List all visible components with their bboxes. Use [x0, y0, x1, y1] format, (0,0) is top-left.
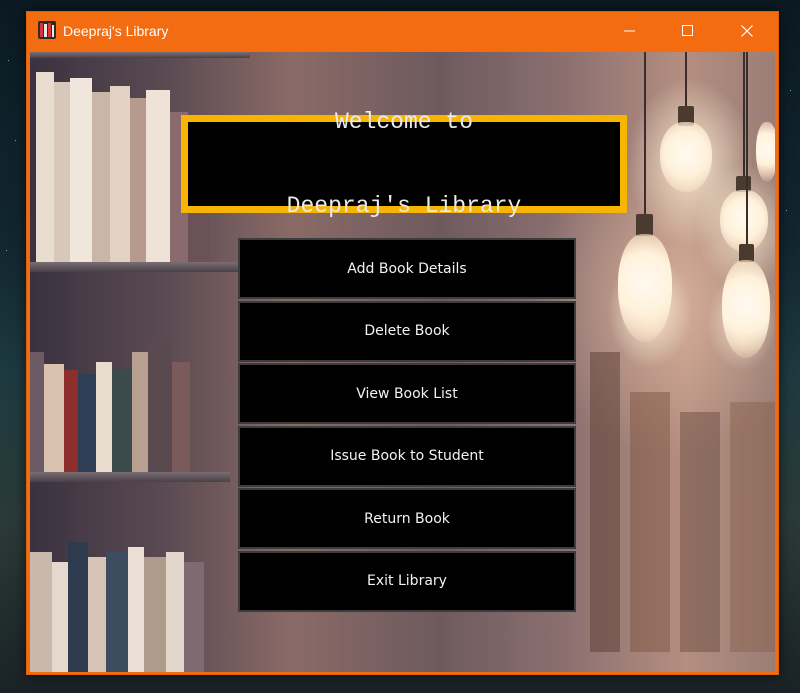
window-title: Deepraj's Library [63, 23, 169, 39]
book [54, 82, 70, 262]
issue-book-button[interactable]: Issue Book to Student [238, 425, 576, 487]
return-book-button[interactable]: Return Book [238, 488, 576, 550]
book [172, 362, 190, 472]
app-window: Deepraj's Library Welcome to Deepraj's L… [26, 11, 779, 675]
book [78, 374, 96, 472]
maximize-button[interactable] [659, 12, 717, 50]
light-bulb [722, 260, 770, 358]
welcome-line-2: Deepraj's Library [286, 193, 522, 219]
book [144, 557, 166, 672]
view-book-list-button[interactable]: View Book List [238, 363, 576, 425]
shelf [30, 262, 240, 272]
library-bookshelf-background: Welcome to Deepraj's Library Add Book De… [30, 52, 775, 672]
book [70, 78, 92, 262]
minimize-button[interactable] [601, 12, 659, 50]
delete-book-button[interactable]: Delete Book [238, 300, 576, 362]
add-book-details-button[interactable]: Add Book Details [238, 238, 576, 299]
bulb-cord [685, 52, 687, 110]
book [130, 98, 146, 262]
bulb-cord [746, 52, 748, 247]
book [88, 557, 106, 672]
book [106, 552, 128, 672]
bulb-socket [636, 214, 653, 236]
shelf [30, 52, 250, 58]
book [146, 90, 170, 262]
light-bulb [720, 190, 768, 252]
book [166, 552, 184, 672]
book [36, 72, 54, 262]
shelf [30, 472, 230, 482]
exit-library-button[interactable]: Exit Library [238, 550, 576, 612]
book [630, 392, 670, 652]
book [44, 364, 64, 472]
book [52, 562, 68, 672]
welcome-banner: Welcome to Deepraj's Library [181, 109, 627, 219]
maximize-icon [682, 25, 694, 37]
book [96, 362, 112, 472]
book [30, 352, 44, 472]
minimize-icon [624, 25, 636, 37]
light-bulb [618, 234, 672, 342]
close-button[interactable] [718, 12, 776, 50]
book [128, 547, 144, 672]
book [132, 352, 148, 472]
bulb-cord [644, 52, 646, 217]
book [92, 92, 110, 262]
welcome-line-1: Welcome to [334, 109, 473, 135]
book [112, 370, 132, 472]
bulb-cord [743, 52, 745, 180]
book [680, 412, 720, 652]
book [590, 352, 620, 652]
book [64, 370, 78, 472]
book [148, 342, 172, 472]
light-bulb [756, 122, 775, 182]
close-icon [741, 25, 753, 37]
library-app-icon [37, 20, 57, 40]
book [68, 542, 88, 672]
main-menu: Add Book Details Delete Book View Book L… [238, 238, 576, 614]
title-bar[interactable]: Deepraj's Library [27, 12, 778, 50]
light-bulb [660, 122, 712, 192]
book [110, 86, 130, 262]
book [730, 402, 775, 652]
book [184, 562, 204, 672]
book [30, 552, 52, 672]
